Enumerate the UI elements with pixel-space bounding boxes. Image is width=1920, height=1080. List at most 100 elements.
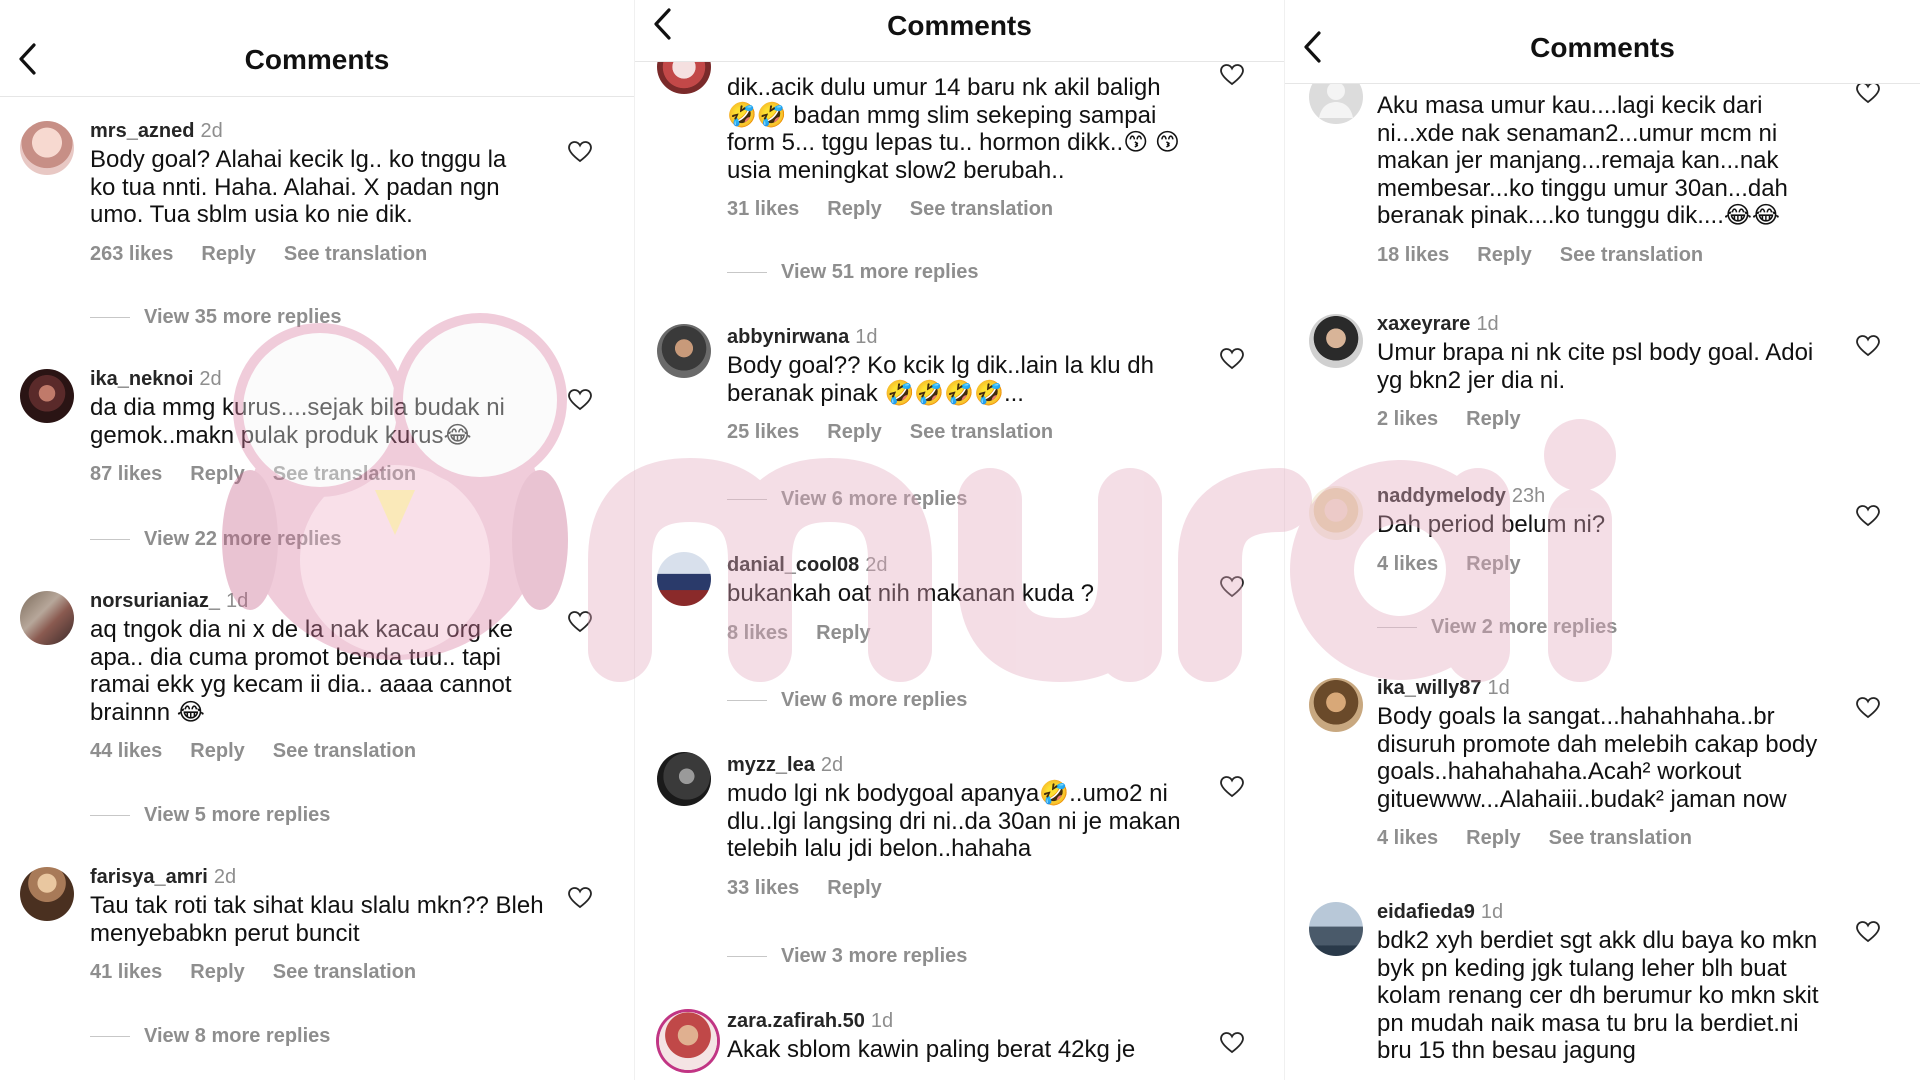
see-translation-button[interactable]: See translation — [284, 243, 427, 266]
view-more-replies[interactable]: View 22 more replies — [90, 528, 342, 551]
back-button[interactable] — [1299, 27, 1327, 67]
username[interactable]: mrs_azned — [90, 120, 195, 142]
see-translation-button[interactable]: See translation — [273, 463, 416, 486]
username[interactable]: zara.zafirah.50 — [727, 1010, 865, 1032]
username[interactable]: norsurianiaz_ — [90, 590, 220, 612]
back-button[interactable] — [14, 39, 42, 79]
view-more-replies[interactable]: View 6 more replies — [727, 689, 967, 712]
reply-button[interactable]: Reply — [1477, 244, 1531, 267]
see-translation-button[interactable]: See translation — [273, 740, 416, 763]
comment-text: Akak sblom kawin paling berat 42kg je — [727, 1036, 1136, 1063]
timestamp: 2d — [200, 120, 223, 142]
likes-count[interactable]: 25 likes — [727, 421, 799, 444]
username[interactable]: ika_willy87 — [1377, 677, 1482, 699]
likes-count[interactable]: 31 likes — [727, 198, 799, 221]
see-translation-button[interactable]: See translation — [910, 421, 1053, 444]
likes-count[interactable]: 2 likes — [1377, 408, 1438, 431]
view-more-replies[interactable]: View 5 more replies — [90, 804, 330, 827]
heart-icon[interactable] — [1856, 82, 1880, 104]
reply-button[interactable]: Reply — [190, 463, 244, 486]
likes-count[interactable]: 87 likes — [90, 463, 162, 486]
see-translation-button[interactable]: See translation — [1549, 827, 1692, 850]
heart-icon[interactable] — [1220, 576, 1244, 598]
reply-button[interactable]: Reply — [1466, 553, 1520, 576]
heart-icon[interactable] — [568, 389, 592, 411]
avatar[interactable] — [20, 121, 74, 175]
username[interactable]: ika_neknoi — [90, 368, 193, 390]
avatar[interactable] — [657, 552, 711, 606]
likes-count[interactable]: 33 likes — [727, 877, 799, 900]
heart-icon[interactable] — [568, 887, 592, 909]
likes-count[interactable]: 4 likes — [1377, 553, 1438, 576]
username[interactable]: abbynirwana — [727, 326, 849, 348]
likes-count[interactable]: 4 likes — [1377, 827, 1438, 850]
replies-line — [90, 317, 130, 318]
heart-icon[interactable] — [1220, 1032, 1244, 1054]
avatar[interactable] — [20, 591, 74, 645]
reply-button[interactable]: Reply — [827, 198, 881, 221]
username[interactable]: danial_cool08 — [727, 554, 859, 576]
back-button[interactable] — [649, 4, 677, 44]
heart-icon[interactable] — [568, 141, 592, 163]
comment-text: bukankah oat nih makanan kuda ? — [727, 580, 1094, 607]
comment-text: da dia mmg kurus....sejak bila budak ni … — [90, 394, 505, 449]
view-more-replies[interactable]: View 8 more replies — [90, 1025, 330, 1048]
likes-count[interactable]: 41 likes — [90, 961, 162, 984]
reply-button[interactable]: Reply — [201, 243, 255, 266]
view-more-replies[interactable]: View 3 more replies — [727, 945, 967, 968]
heart-icon[interactable] — [1856, 697, 1880, 719]
view-replies-label: View 6 more replies — [781, 488, 968, 510]
see-translation-button[interactable]: See translation — [273, 961, 416, 984]
heart-icon[interactable] — [1856, 335, 1880, 357]
likes-count[interactable]: 18 likes — [1377, 244, 1449, 267]
timestamp: 1d — [1476, 313, 1499, 335]
username[interactable]: naddymelody — [1377, 485, 1506, 507]
heart-icon[interactable] — [1220, 64, 1244, 86]
avatar[interactable] — [657, 324, 711, 378]
comment-text: aq tngok dia ni x de la nak kacau org ke… — [90, 616, 513, 726]
view-replies-label: View 35 more replies — [144, 306, 342, 328]
timestamp: 1d — [226, 590, 249, 612]
heart-icon[interactable] — [568, 611, 592, 633]
avatar[interactable] — [659, 1012, 717, 1070]
chevron-left-icon — [1304, 31, 1321, 63]
page-title: Comments — [244, 44, 390, 75]
comment-text: Aku masa umur kau....lagi kecik dari ni.… — [1377, 92, 1788, 229]
reply-button[interactable]: Reply — [1466, 827, 1520, 850]
avatar[interactable] — [1309, 486, 1363, 540]
likes-count[interactable]: 44 likes — [90, 740, 162, 763]
avatar[interactable] — [1309, 314, 1363, 368]
page-title: Comments — [1530, 32, 1675, 63]
view-more-replies[interactable]: View 2 more replies — [1377, 616, 1617, 639]
view-replies-label: View 3 more replies — [781, 945, 968, 967]
username[interactable]: eidafieda9 — [1377, 901, 1475, 923]
see-translation-button[interactable]: See translation — [910, 198, 1053, 221]
username[interactable]: xaxeyrare — [1377, 313, 1470, 335]
likes-count[interactable]: 263 likes — [90, 243, 173, 266]
avatar[interactable] — [20, 867, 74, 921]
comments-header: Comments — [635, 0, 1284, 62]
view-more-replies[interactable]: View 35 more replies — [90, 306, 342, 329]
heart-icon[interactable] — [1856, 921, 1880, 943]
avatar[interactable] — [20, 369, 74, 423]
username[interactable]: farisya_amri — [90, 866, 208, 888]
chevron-left-icon — [654, 8, 671, 40]
heart-icon[interactable] — [1856, 505, 1880, 527]
reply-button[interactable]: Reply — [1466, 408, 1520, 431]
likes-count[interactable]: 8 likes — [727, 622, 788, 645]
view-more-replies[interactable]: View 51 more replies — [727, 261, 979, 284]
reply-button[interactable]: Reply — [190, 740, 244, 763]
avatar[interactable] — [1309, 902, 1363, 956]
reply-button[interactable]: Reply — [827, 877, 881, 900]
avatar[interactable] — [1309, 678, 1363, 732]
heart-icon[interactable] — [1220, 348, 1244, 370]
comments-header: Comments — [0, 0, 634, 97]
avatar[interactable] — [657, 752, 711, 806]
reply-button[interactable]: Reply — [190, 961, 244, 984]
see-translation-button[interactable]: See translation — [1560, 244, 1703, 267]
heart-icon[interactable] — [1220, 776, 1244, 798]
reply-button[interactable]: Reply — [827, 421, 881, 444]
username[interactable]: myzz_lea — [727, 754, 815, 776]
view-more-replies[interactable]: View 6 more replies — [727, 488, 967, 511]
reply-button[interactable]: Reply — [816, 622, 870, 645]
